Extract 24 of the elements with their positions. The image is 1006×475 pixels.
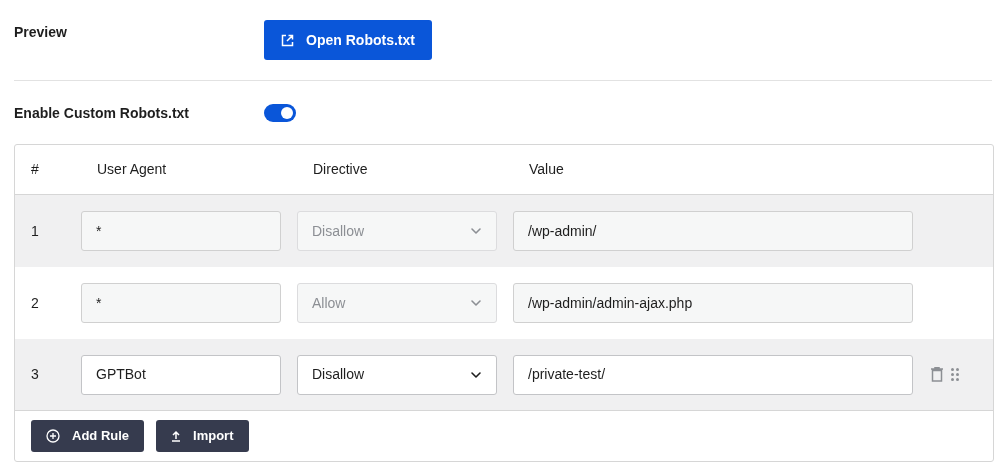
row-number: 1 [31, 221, 40, 241]
column-header: # [31, 160, 40, 179]
setting-label: Enable Custom Robots.txt [14, 104, 190, 123]
trash-icon[interactable] [931, 367, 943, 382]
upload-icon [171, 430, 182, 442]
add-rule-button[interactable]: Add Rule [31, 420, 145, 452]
chevron-down-icon [470, 370, 482, 379]
value-field[interactable]: /private-test/ [513, 354, 913, 395]
column-header: Value [529, 160, 565, 179]
user-agent-field[interactable]: GPTBot [81, 354, 281, 395]
directive-select[interactable]: Disallow [297, 354, 497, 395]
external-link-icon [281, 33, 295, 47]
row-number: 2 [31, 293, 40, 313]
toggle-switch[interactable] [264, 104, 296, 122]
drag-handle-icon[interactable] [951, 368, 959, 381]
chevron-down-icon [470, 227, 482, 235]
row-number: 3 [31, 365, 40, 384]
open-robots-button[interactable]: Open Robots.txt [264, 20, 432, 60]
import-button[interactable]: Import [156, 420, 249, 452]
column-header: User Agent [97, 160, 168, 179]
plus-circle-icon [46, 429, 60, 443]
column-header: Directive [313, 160, 369, 179]
section-label: Preview [14, 23, 68, 42]
chevron-down-icon [470, 299, 482, 307]
